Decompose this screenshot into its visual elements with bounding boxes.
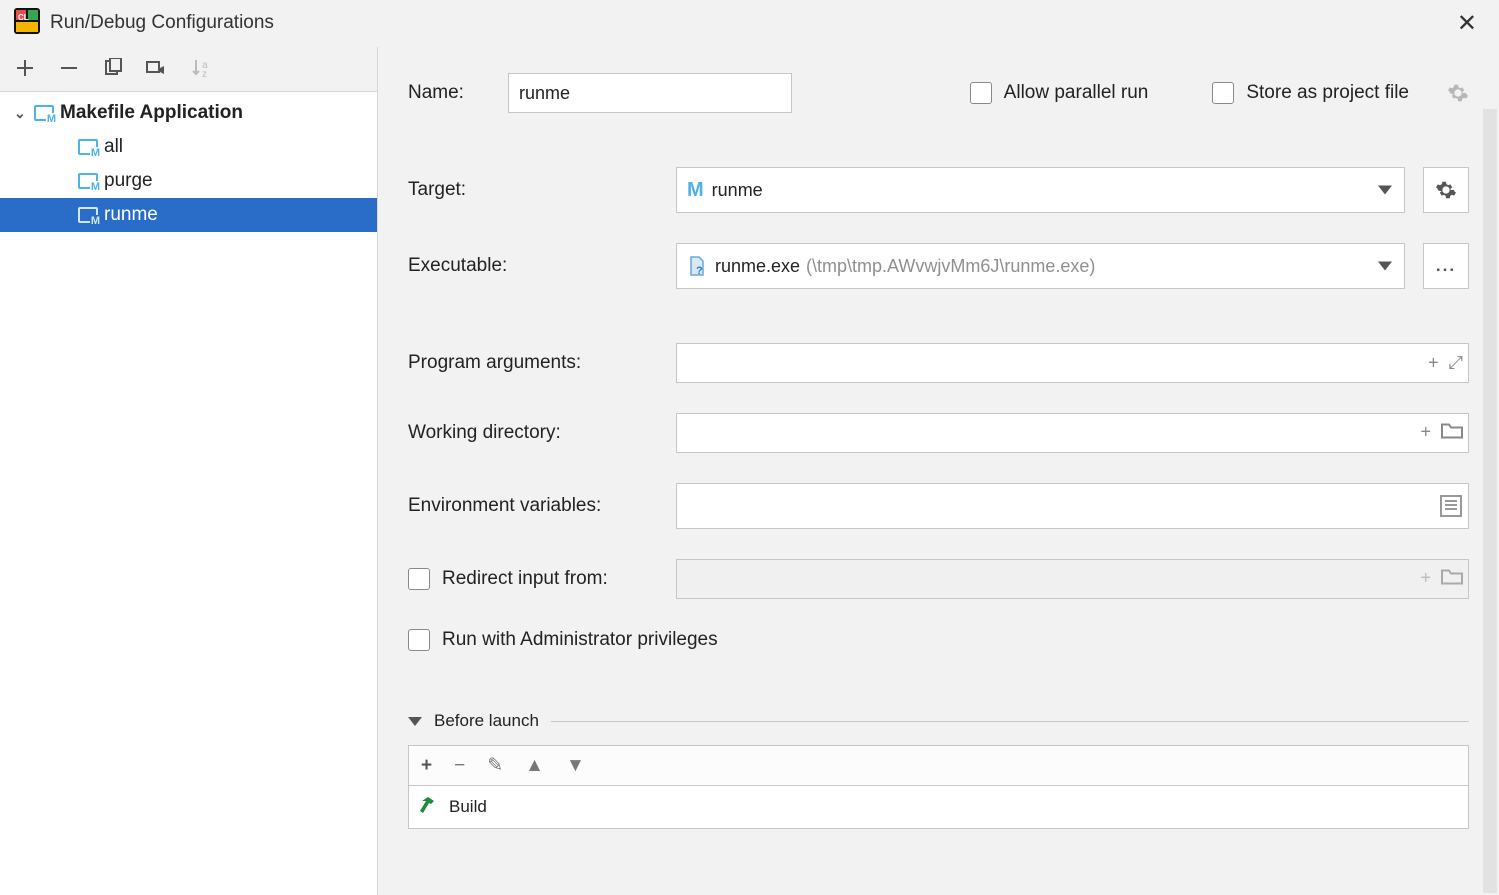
triangle-down-icon[interactable] xyxy=(408,717,422,726)
makefile-icon xyxy=(34,105,54,121)
redirect-label: Redirect input from: xyxy=(442,568,608,590)
checkbox-icon xyxy=(1212,82,1234,104)
working-dir-input[interactable] xyxy=(676,413,1469,453)
executable-browse-button[interactable]: ... xyxy=(1423,243,1469,289)
remove-icon[interactable]: − xyxy=(454,755,465,777)
chevron-down-icon: ⌄ xyxy=(14,105,28,122)
config-tree: ⌄ Makefile Application all purge runme xyxy=(0,92,377,895)
move-down-icon[interactable]: ▼ xyxy=(566,755,585,777)
admin-label: Run with Administrator privileges xyxy=(442,629,718,651)
chevron-down-icon xyxy=(1378,262,1392,271)
env-list-icon[interactable] xyxy=(1440,495,1462,517)
before-launch-toolbar: + − ✎ ▲ ▼ xyxy=(408,745,1469,785)
folder-icon xyxy=(1441,568,1463,591)
app-logo-icon: CL xyxy=(14,8,40,39)
close-icon[interactable]: ✕ xyxy=(1449,5,1485,42)
program-args-label: Program arguments: xyxy=(408,352,658,374)
tree-item-label: runme xyxy=(104,204,158,226)
add-icon[interactable] xyxy=(14,57,36,79)
save-template-icon[interactable] xyxy=(146,57,168,79)
executable-value: runme.exe xyxy=(715,256,800,277)
allow-parallel-label: Allow parallel run xyxy=(1004,82,1149,104)
sort-icon[interactable]: az xyxy=(190,57,212,79)
svg-text:?: ? xyxy=(696,265,703,276)
config-toolbar: az xyxy=(0,47,377,92)
checkbox-icon xyxy=(408,629,430,651)
before-launch-label: Before launch xyxy=(434,711,539,731)
target-select[interactable]: M runme xyxy=(676,167,1405,213)
file-unknown-icon: ? xyxy=(687,256,707,276)
before-launch-item-label: Build xyxy=(449,797,487,817)
makefile-icon xyxy=(78,173,98,189)
remove-icon[interactable] xyxy=(58,57,80,79)
target-label: Target: xyxy=(408,179,658,201)
svg-text:CL: CL xyxy=(18,13,29,22)
folder-icon[interactable] xyxy=(1441,422,1463,445)
hammer-icon xyxy=(419,795,439,820)
window-title: Run/Debug Configurations xyxy=(50,12,1439,34)
redirect-input xyxy=(676,559,1469,599)
edit-icon[interactable]: ✎ xyxy=(487,754,503,777)
executable-path: (\tmp\tmp.AWvwjvMm6J\runme.exe) xyxy=(806,256,1095,277)
target-settings-button[interactable] xyxy=(1423,167,1469,213)
store-project-checkbox[interactable]: Store as project file xyxy=(1212,82,1409,104)
name-input[interactable] xyxy=(508,73,792,113)
tree-item-purge[interactable]: purge xyxy=(0,164,377,198)
name-label: Name: xyxy=(408,82,478,104)
copy-icon[interactable] xyxy=(102,57,124,79)
tree-item-runme[interactable]: runme xyxy=(0,198,377,232)
gear-icon[interactable] xyxy=(1447,82,1469,104)
divider xyxy=(551,721,1469,722)
executable-label: Executable: xyxy=(408,255,658,277)
insert-macro-icon[interactable]: + xyxy=(1428,353,1439,374)
add-icon[interactable]: + xyxy=(421,755,432,777)
expand-icon[interactable]: ⤢ xyxy=(1449,353,1463,374)
insert-macro-icon: + xyxy=(1420,568,1431,591)
tree-parent-label: Makefile Application xyxy=(60,102,243,124)
move-up-icon[interactable]: ▲ xyxy=(525,755,544,777)
target-m-icon: M xyxy=(687,179,704,202)
tree-parent-makefile[interactable]: ⌄ Makefile Application xyxy=(0,96,377,130)
env-label: Environment variables: xyxy=(408,495,658,517)
working-dir-label: Working directory: xyxy=(408,422,658,444)
executable-select[interactable]: ? runme.exe (\tmp\tmp.AWvwjvMm6J\runme.e… xyxy=(676,243,1405,289)
target-value: runme xyxy=(712,180,763,201)
tree-item-label: purge xyxy=(104,170,153,192)
env-input[interactable] xyxy=(676,483,1469,529)
admin-checkbox[interactable]: Run with Administrator privileges xyxy=(408,629,718,651)
tree-item-all[interactable]: all xyxy=(0,130,377,164)
makefile-icon xyxy=(78,139,98,155)
scrollbar[interactable] xyxy=(1483,109,1497,893)
chevron-down-icon xyxy=(1378,186,1392,195)
checkbox-icon xyxy=(970,82,992,104)
makefile-icon xyxy=(78,207,98,223)
store-project-label: Store as project file xyxy=(1246,82,1409,104)
allow-parallel-checkbox[interactable]: Allow parallel run xyxy=(970,82,1149,104)
svg-text:z: z xyxy=(202,69,207,78)
insert-macro-icon[interactable]: + xyxy=(1420,422,1431,445)
program-args-input[interactable] xyxy=(676,343,1469,383)
tree-item-label: all xyxy=(104,136,123,158)
before-launch-item[interactable]: Build xyxy=(408,785,1469,829)
redirect-checkbox[interactable]: Redirect input from: xyxy=(408,568,658,590)
checkbox-icon xyxy=(408,568,430,590)
